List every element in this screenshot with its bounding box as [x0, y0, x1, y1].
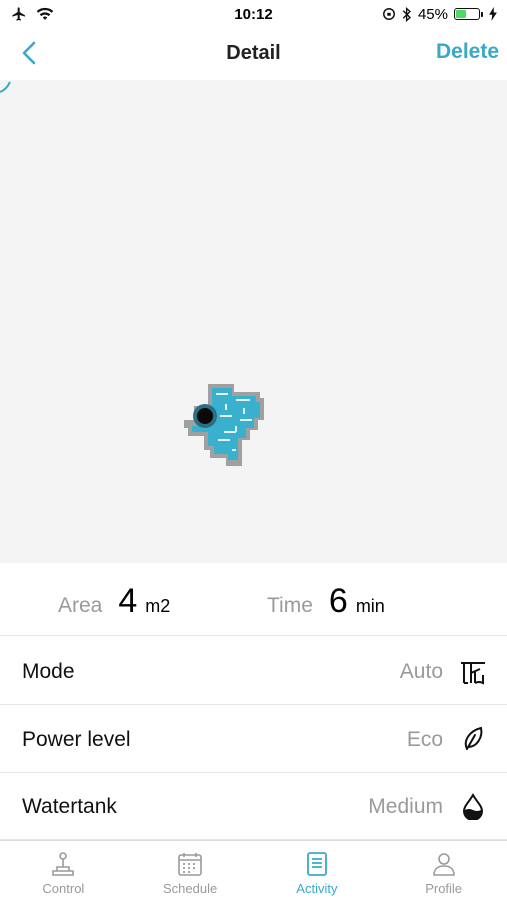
time-stat: Time 6 min: [267, 582, 385, 621]
person-icon: [432, 853, 455, 876]
setting-row-mode[interactable]: Mode Auto: [0, 638, 507, 705]
time-label: Time: [267, 594, 313, 617]
tab-label-schedule: Schedule: [163, 881, 218, 896]
stats-row: Area 4 m2 Time 6 min: [0, 564, 507, 636]
time-value: 6: [328, 582, 348, 620]
back-chevron-icon[interactable]: [14, 40, 44, 66]
tab-label-profile: Profile: [425, 881, 463, 896]
water-drop-icon: [462, 792, 484, 820]
status-bar: 10:12 45%: [0, 0, 507, 28]
cleaning-map[interactable]: [0, 80, 507, 563]
joystick-icon: [52, 852, 75, 876]
robot-position-inner: [197, 408, 213, 424]
area-stat: Area 4 m2: [58, 582, 170, 621]
page-title: Detail: [226, 41, 281, 64]
area-value: 4: [118, 582, 138, 620]
setting-value-power-level: Eco: [406, 728, 443, 751]
document-icon: [306, 852, 327, 876]
map-corner-icon: [0, 81, 11, 93]
tab-control[interactable]: Control: [0, 841, 127, 900]
battery-percent: 45%: [417, 5, 448, 23]
rotation-lock-icon: [382, 8, 395, 20]
setting-label-watertank: Watertank: [22, 795, 117, 818]
tab-activity[interactable]: Activity: [254, 841, 381, 900]
bluetooth-icon: [402, 6, 411, 22]
setting-value-watertank: Medium: [368, 795, 443, 818]
area-label: Area: [58, 594, 103, 617]
cleaned-area-map: [184, 384, 264, 466]
setting-row-power-level[interactable]: Power level Eco: [0, 706, 507, 773]
setting-value-mode: Auto: [399, 660, 443, 683]
charging-bolt-icon: [489, 7, 497, 21]
nav-bar: Detail Delete: [0, 28, 507, 78]
leaf-icon: [464, 726, 483, 750]
status-right: 45%: [382, 6, 497, 23]
area-unit: m2: [145, 596, 171, 616]
tab-schedule[interactable]: Schedule: [127, 841, 254, 900]
wifi-icon: [36, 7, 54, 20]
airplane-icon: [12, 7, 25, 21]
status-left: [10, 6, 54, 22]
battery-icon: [454, 8, 483, 20]
tab-bar: Control Schedule Activity Profile: [0, 840, 507, 900]
delete-button[interactable]: Delete: [436, 40, 499, 64]
auto-mode-icon: [461, 662, 485, 685]
setting-label-power-level: Power level: [22, 728, 131, 751]
setting-label-mode: Mode: [22, 660, 75, 683]
setting-row-watertank[interactable]: Watertank Medium: [0, 773, 507, 840]
tab-profile[interactable]: Profile: [380, 841, 507, 900]
tab-label-control: Control: [42, 881, 85, 896]
battery-fill: [456, 10, 466, 18]
time-unit: min: [355, 596, 385, 616]
tab-label-activity: Activity: [296, 881, 338, 896]
calendar-icon: [178, 853, 202, 876]
